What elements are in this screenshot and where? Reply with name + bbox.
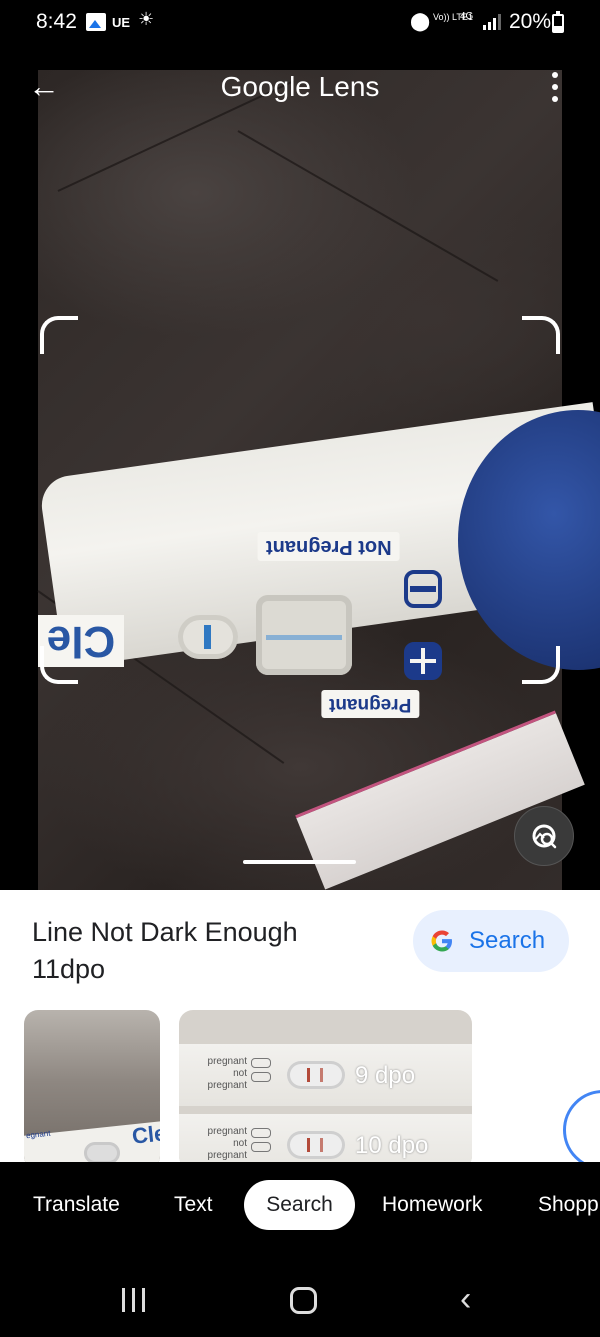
visual-match-thumbnail-2[interactable]: pregnant not pregnant 9 dpo pregnant not…: [179, 1010, 472, 1162]
recent-apps-icon[interactable]: [122, 1288, 148, 1312]
crop-corner-top-left[interactable]: [40, 316, 78, 354]
gallery-notification-icon: [86, 13, 106, 31]
result-window: [256, 595, 352, 675]
thumb-2-stick-1: pregnant not pregnant 9 dpo: [179, 1044, 472, 1106]
google-search-label: Search: [469, 927, 546, 954]
more-results-button[interactable]: [563, 1090, 600, 1162]
thumb-2-dpo-1: 9 dpo: [355, 1062, 416, 1089]
thumb-2-not-pregnant-1: not pregnant: [207, 1068, 247, 1091]
status-bar: 8:42 UE ☀ ⬤ Vo)) LTE1 4G 20%: [0, 0, 600, 50]
system-nav-bar: ‹: [0, 1252, 600, 1337]
carrier-label: UE: [112, 15, 131, 30]
app-title: Google Lens: [0, 70, 600, 104]
tab-shopping[interactable]: Shopp: [538, 1180, 599, 1230]
app-title-google: Google: [220, 71, 311, 102]
thumb-2-pregnant-2: pregnant: [207, 1126, 247, 1137]
minus-symbol-icon: [404, 570, 442, 608]
crop-corner-top-right[interactable]: [522, 316, 560, 354]
home-icon[interactable]: [290, 1287, 317, 1314]
tab-translate[interactable]: Translate: [33, 1180, 120, 1230]
battery-icon: [552, 11, 564, 33]
lens-mode-tabs: Translate Text Search Homework Shopp: [0, 1162, 600, 1252]
thumb-2-pregnant-1: pregnant: [207, 1056, 247, 1067]
test-label-pregnant: Pregnant: [321, 690, 420, 718]
thumb-2-dpo-2: 10 dpo: [355, 1132, 429, 1159]
sheet-drag-handle[interactable]: [243, 860, 356, 864]
network-type-label: 4G: [460, 11, 474, 22]
battery-percent: 20%: [509, 10, 552, 33]
pregnancy-test-photo: Not Pregnant Pregnant Cle: [38, 400, 600, 718]
test-label-not-pregnant: Not Pregnant: [258, 532, 400, 561]
visual-match-thumbnail-1[interactable]: egnant Cle: [24, 1010, 160, 1162]
thumb-1-brand: Cle: [130, 1120, 160, 1149]
app-title-lens: Lens: [318, 71, 380, 102]
image-viewer[interactable]: Not Pregnant Pregnant Cle: [0, 70, 600, 890]
status-time: 8:42: [36, 10, 77, 33]
control-window: [178, 615, 238, 659]
image-search-button[interactable]: [514, 806, 574, 866]
brightness-icon: ☀: [138, 9, 155, 29]
nav-back-icon[interactable]: ‹: [460, 1282, 471, 1316]
image-search-icon: [532, 824, 557, 849]
google-search-button[interactable]: Search: [413, 910, 569, 972]
app-bar: ← Google Lens: [0, 68, 600, 106]
google-g-icon: [431, 930, 452, 952]
location-icon: ⬤: [410, 11, 431, 31]
crop-corner-bottom-left[interactable]: [40, 646, 78, 684]
thumb-2-stick-2: pregnant not pregnant 10 dpo: [179, 1114, 472, 1162]
thumb-2-not-pregnant-2: not pregnant: [207, 1138, 247, 1161]
plus-symbol-icon: [404, 642, 442, 680]
tab-search[interactable]: Search: [244, 1180, 355, 1230]
signal-strength-icon: [483, 14, 501, 30]
results-sheet: Line Not Dark Enough 11dpo Search egnant…: [0, 890, 600, 1162]
tab-homework[interactable]: Homework: [382, 1180, 482, 1230]
more-vert-icon[interactable]: [548, 72, 562, 102]
tab-text[interactable]: Text: [174, 1180, 213, 1230]
result-title: Line Not Dark Enough 11dpo: [32, 917, 298, 984]
crop-corner-bottom-right[interactable]: [522, 646, 560, 684]
